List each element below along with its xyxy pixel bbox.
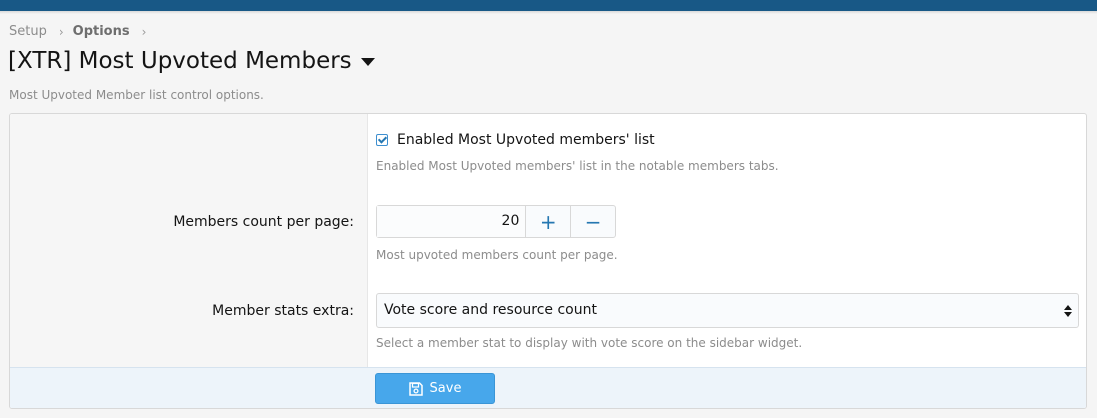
members-count-label: Members count per page: bbox=[173, 214, 354, 230]
breadcrumb-setup[interactable]: Setup bbox=[9, 24, 47, 39]
save-button-label: Save bbox=[429, 381, 462, 396]
chevron-right-icon: › bbox=[141, 24, 147, 39]
breadcrumb-options[interactable]: Options bbox=[73, 24, 130, 39]
form-footer: Save bbox=[10, 367, 1086, 408]
minus-icon: − bbox=[584, 209, 602, 234]
plus-icon: + bbox=[539, 209, 557, 234]
floppy-disk-icon bbox=[408, 381, 423, 396]
page-description: Most Upvoted Member list control options… bbox=[9, 88, 264, 102]
members-count-stepper[interactable]: 20 + − bbox=[376, 205, 616, 238]
member-stats-selected-value: Vote score and resource count bbox=[384, 302, 597, 318]
select-arrows-icon bbox=[1064, 305, 1072, 317]
labels-column bbox=[10, 114, 368, 367]
page-title[interactable]: [XTR] Most Upvoted Members bbox=[8, 48, 375, 74]
top-bar-shadow bbox=[0, 11, 1097, 14]
members-count-input[interactable]: 20 bbox=[377, 206, 527, 237]
member-stats-select[interactable]: Vote score and resource count bbox=[376, 293, 1079, 328]
enabled-hint: Enabled Most Upvoted members' list in th… bbox=[376, 159, 779, 173]
caret-down-icon[interactable] bbox=[360, 58, 375, 66]
breadcrumb: Setup › Options › bbox=[9, 24, 155, 39]
member-stats-hint: Select a member stat to display with vot… bbox=[376, 336, 803, 350]
increment-button[interactable]: + bbox=[526, 206, 570, 237]
top-navigation-bar bbox=[0, 0, 1097, 11]
member-stats-label: Member stats extra: bbox=[212, 303, 354, 319]
enabled-checkbox-label[interactable]: Enabled Most Upvoted members' list bbox=[397, 132, 655, 148]
enabled-option[interactable]: Enabled Most Upvoted members' list bbox=[376, 132, 655, 148]
save-button[interactable]: Save bbox=[375, 373, 495, 404]
page-title-text: [XTR] Most Upvoted Members bbox=[8, 48, 352, 74]
options-panel: Enabled Most Upvoted members' list Enabl… bbox=[9, 113, 1087, 409]
enabled-checkbox[interactable] bbox=[376, 134, 388, 146]
chevron-right-icon: › bbox=[58, 24, 64, 39]
members-count-hint: Most upvoted members count per page. bbox=[376, 248, 618, 262]
decrement-button[interactable]: − bbox=[570, 206, 615, 237]
